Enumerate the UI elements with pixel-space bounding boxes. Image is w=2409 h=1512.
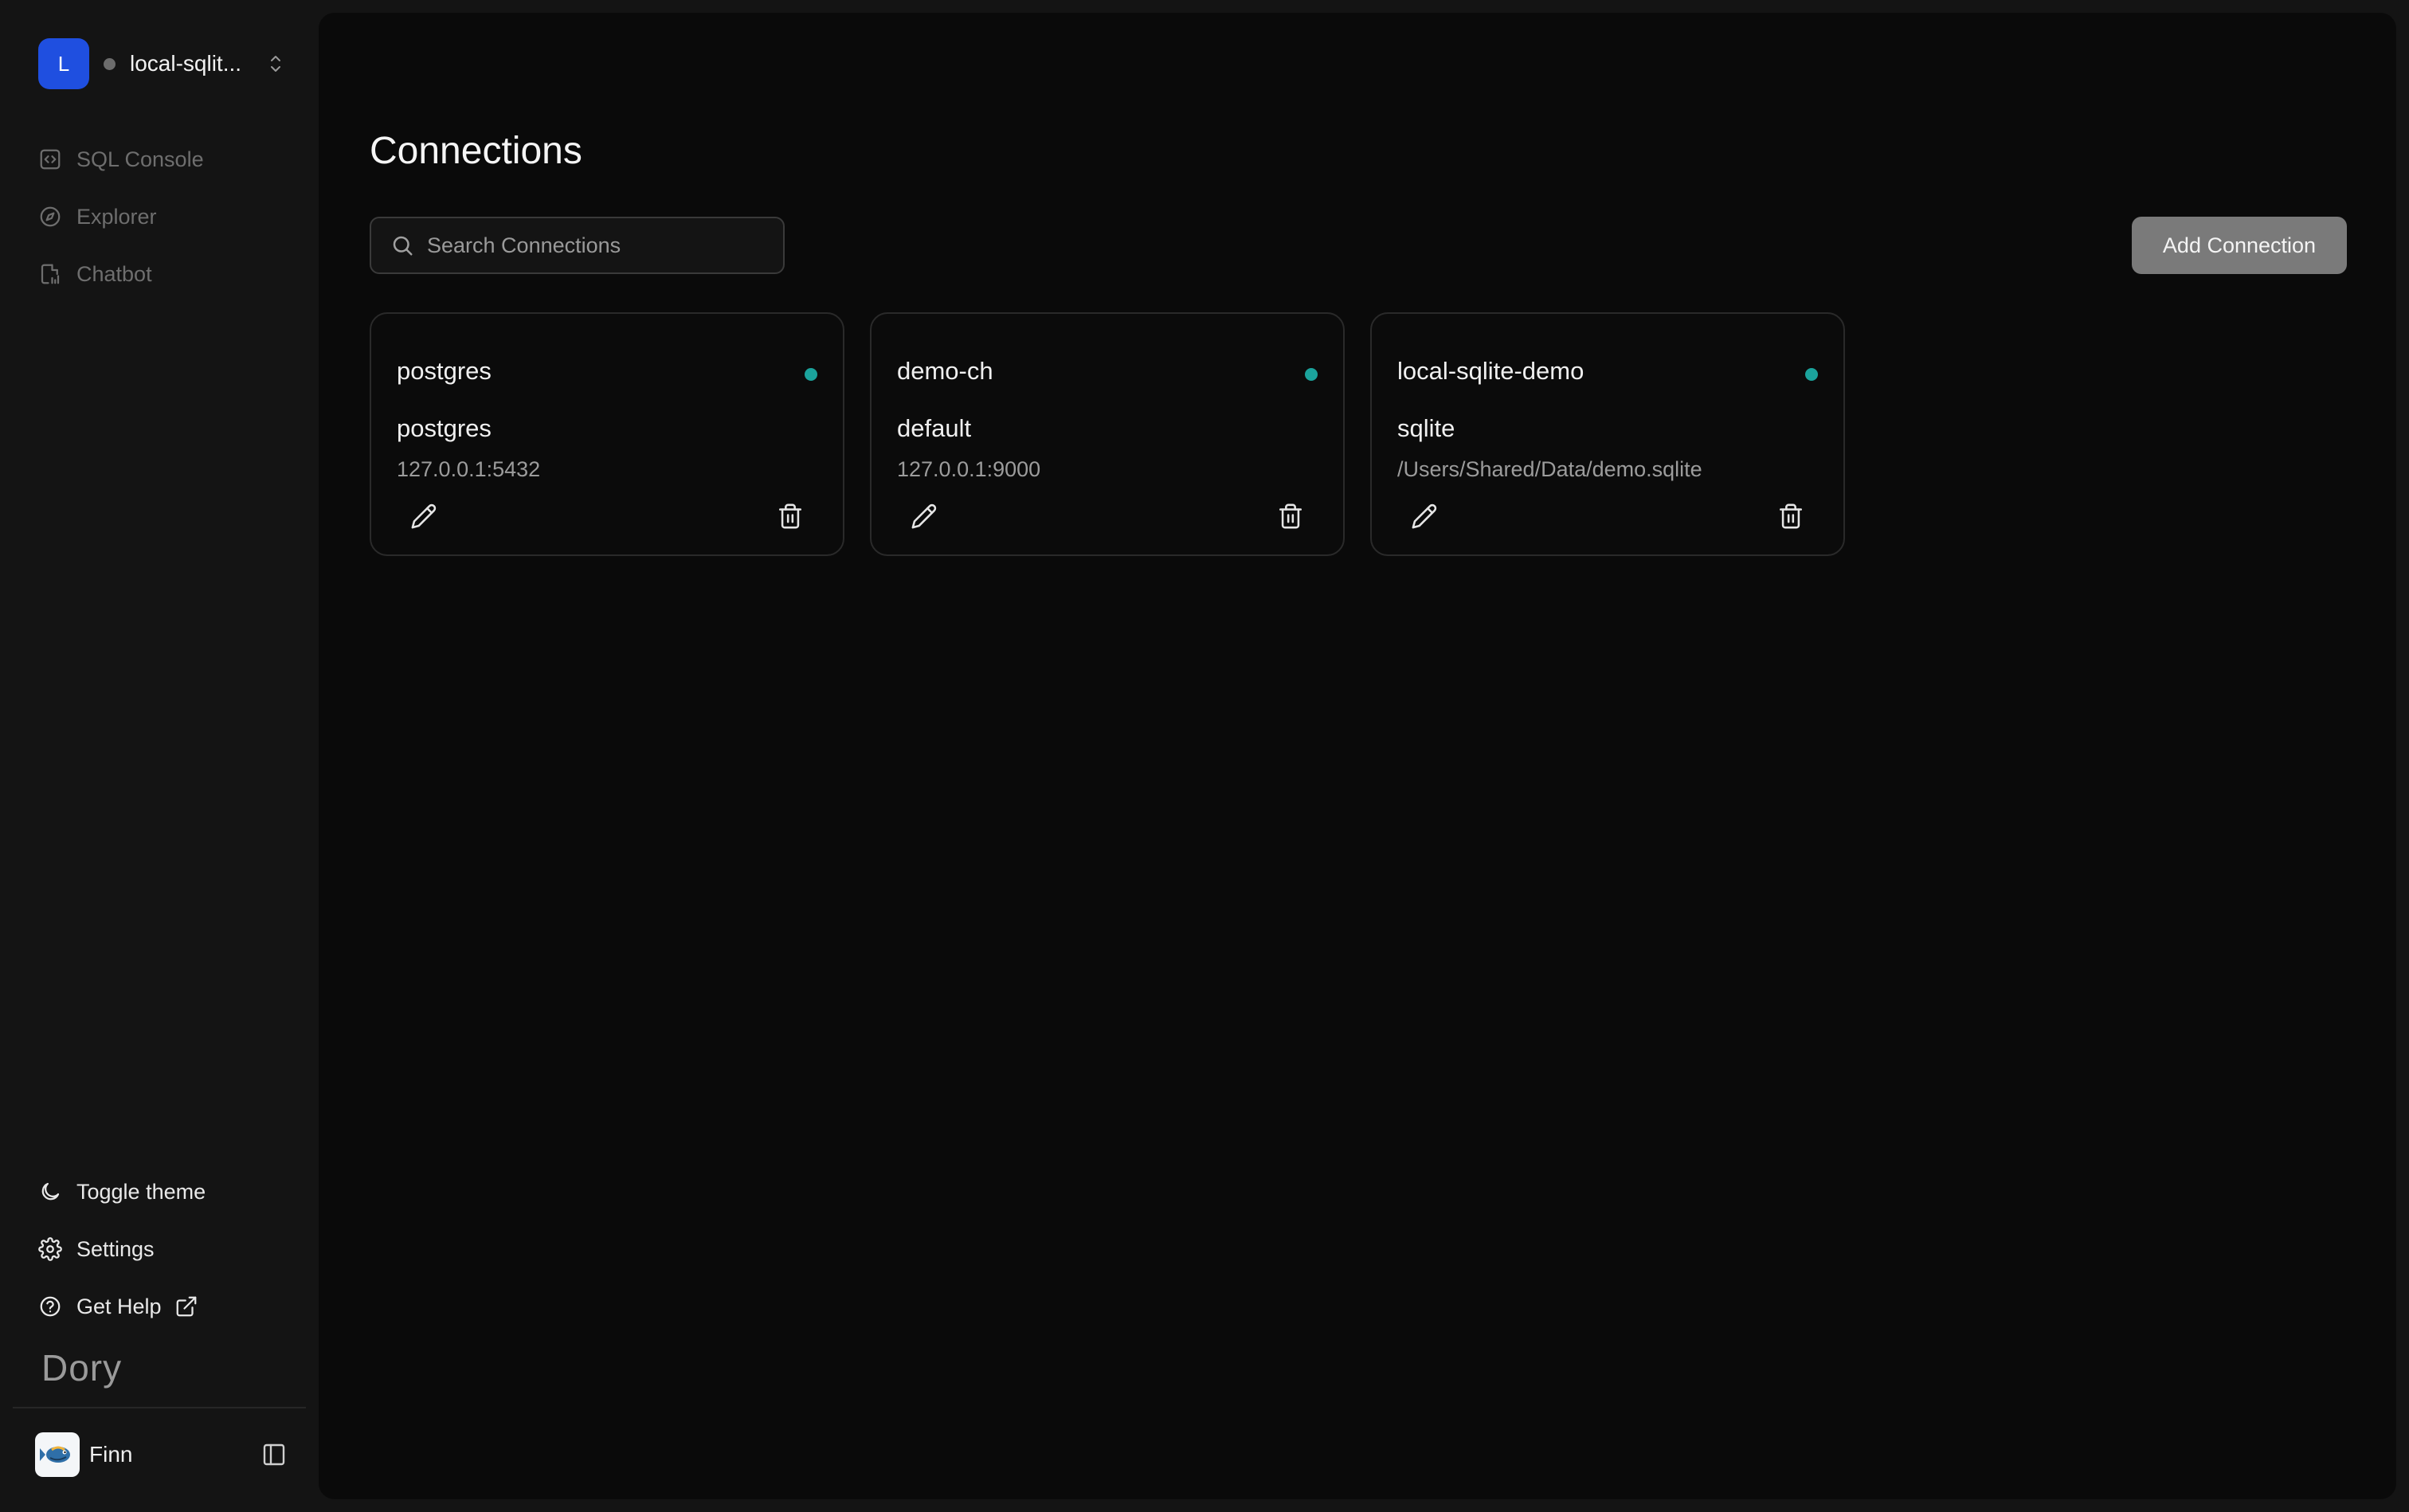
code-square-icon [40, 149, 61, 170]
moon-icon [41, 1182, 60, 1201]
external-link-icon [176, 1296, 196, 1317]
nav-label: SQL Console [76, 147, 204, 171]
fish-avatar-icon [40, 1446, 70, 1463]
toggle-theme-button[interactable]: Toggle theme [38, 1163, 293, 1220]
brand-logo: Dory [41, 1347, 123, 1389]
page-title: Connections [370, 130, 582, 172]
search-field[interactable] [370, 217, 785, 274]
delete-connection-button[interactable] [768, 494, 813, 539]
get-help-link[interactable]: Get Help [38, 1278, 293, 1335]
sidebar-toggle-icon[interactable] [261, 1442, 287, 1467]
trash-icon [778, 503, 802, 529]
workspace-status-dot [104, 57, 116, 70]
connection-list: postgres postgres 127.0.0.1:5432 demo-ch [370, 312, 1845, 556]
connection-name: postgres [397, 357, 492, 385]
help-circle-icon [40, 1296, 61, 1317]
user-profile[interactable]: Finn [35, 1432, 287, 1478]
edit-connection-button[interactable] [902, 494, 946, 539]
connection-name: local-sqlite-demo [1397, 357, 1584, 385]
workspace-avatar: L [38, 38, 89, 89]
nav-label: Chatbot [76, 261, 152, 286]
user-name: Finn [89, 1442, 133, 1467]
edit-connection-button[interactable] [402, 494, 446, 539]
gear-icon [38, 1237, 62, 1261]
nav-item-explorer[interactable]: Explorer [38, 188, 293, 245]
file-chart-icon [41, 264, 60, 284]
connection-host: 127.0.0.1:9000 [897, 457, 1041, 481]
settings-button[interactable]: Settings [38, 1220, 293, 1278]
connection-database: default [897, 414, 972, 442]
pencil-icon [1412, 503, 1437, 529]
connection-name: demo-ch [897, 357, 993, 385]
add-connection-button[interactable]: Add Connection [2132, 217, 2347, 274]
search-input[interactable] [427, 233, 778, 258]
nav-label: Settings [76, 1236, 155, 1261]
nav-label: Get Help [76, 1294, 162, 1318]
nav-item-chatbot[interactable]: Chatbot [38, 245, 293, 303]
status-indicator [805, 368, 817, 381]
connection-database: postgres [397, 414, 492, 442]
trash-icon [1279, 503, 1302, 529]
nav-label: Explorer [76, 204, 157, 229]
nav-label: Toggle theme [76, 1179, 206, 1204]
status-indicator [1805, 368, 1818, 381]
main-content: Connections Add Connection postgres post… [319, 13, 2396, 1499]
pencil-icon [411, 503, 437, 529]
chevrons-up-down-icon [271, 56, 280, 72]
trash-icon [1779, 503, 1803, 529]
sidebar-divider [13, 1407, 306, 1408]
connection-card[interactable]: local-sqlite-demo sqlite /Users/Shared/D… [1370, 312, 1845, 556]
app-window: L local-sqlit... SQL Console Explorer Ch… [0, 0, 2409, 1512]
compass-icon [40, 206, 61, 227]
connection-card[interactable]: demo-ch default 127.0.0.1:9000 [870, 312, 1345, 556]
delete-connection-button[interactable] [1769, 494, 1813, 539]
connection-card[interactable]: postgres postgres 127.0.0.1:5432 [370, 312, 844, 556]
nav-item-sql-console[interactable]: SQL Console [38, 131, 293, 188]
primary-nav: SQL Console Explorer Chatbot [38, 131, 293, 303]
search-icon [393, 236, 413, 256]
workspace-name: local-sqlit... [130, 51, 242, 76]
delete-connection-button[interactable] [1268, 494, 1313, 539]
secondary-nav: Toggle theme Settings Get Help [38, 1163, 293, 1335]
edit-connection-button[interactable] [1402, 494, 1447, 539]
connection-host: /Users/Shared/Data/demo.sqlite [1397, 457, 1702, 481]
connection-database: sqlite [1397, 414, 1455, 442]
sidebar: L local-sqlit... SQL Console Explorer Ch… [0, 0, 319, 1512]
connection-switcher[interactable]: L local-sqlit... [38, 38, 285, 89]
pencil-icon [911, 503, 937, 529]
avatar [35, 1432, 80, 1477]
connection-host: 127.0.0.1:5432 [397, 457, 541, 481]
status-indicator [1305, 368, 1318, 381]
